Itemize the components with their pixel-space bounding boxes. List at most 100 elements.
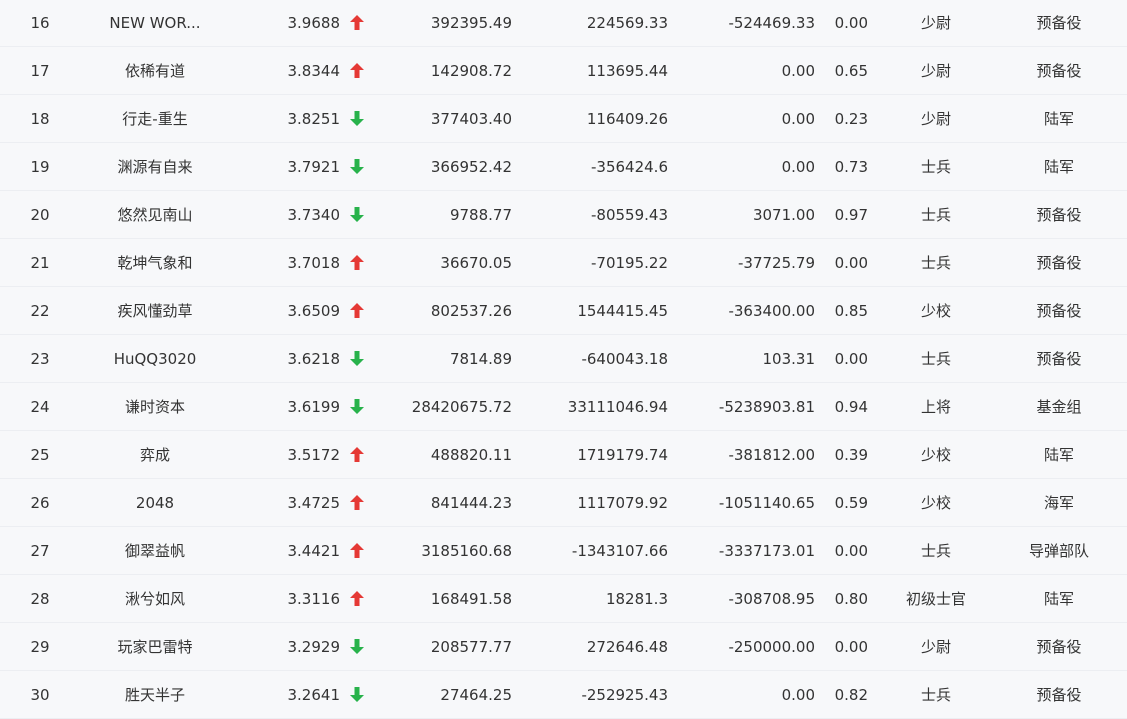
total-assets-value: 841444.23 <box>430 494 512 512</box>
score-value: 3.2641 <box>287 686 341 704</box>
change-value: 0.00 <box>781 110 815 128</box>
ratio-value: 0.94 <box>834 398 868 416</box>
arrow-down-icon <box>346 191 368 239</box>
player-name[interactable]: 行走-重生 <box>60 95 250 143</box>
table-row[interactable]: 18 行走-重生 3.8251 377403.40 116409.26 0.00 0.23 少… <box>0 95 1127 143</box>
player-name[interactable]: 弈成 <box>60 431 250 479</box>
score-value: 3.7018 <box>287 254 341 272</box>
ratio-value: 0.82 <box>834 686 868 704</box>
table-row[interactable]: 28 湫兮如风 3.3116 168491.58 18281.3 -308708.95 0.… <box>0 575 1127 623</box>
player-name[interactable]: 御翠益帆 <box>60 527 250 575</box>
change-value: -381812.00 <box>728 446 815 464</box>
group-label: 预备役 <box>1036 638 1082 656</box>
military-rank-label: 少尉 <box>920 14 951 32</box>
profit-value: 272646.48 <box>586 638 668 656</box>
change-value: -363400.00 <box>728 302 815 320</box>
change-value: -250000.00 <box>728 638 815 656</box>
arrow-up-icon <box>346 287 368 335</box>
ratio-value: 0.00 <box>834 542 868 560</box>
profit-value: -356424.6 <box>591 158 668 176</box>
arrow-down-icon <box>346 623 368 671</box>
military-rank-label: 士兵 <box>920 542 951 560</box>
table-row[interactable]: 21 乾坤气象和 3.7018 36670.05 -70195.22 -37725.79 0… <box>0 239 1127 287</box>
change-value: -37725.79 <box>738 254 815 272</box>
profit-value: 33111046.94 <box>567 398 668 416</box>
player-name[interactable]: 渊源有自来 <box>60 143 250 191</box>
military-rank-label: 上将 <box>920 398 951 416</box>
ratio-value: 0.73 <box>834 158 868 176</box>
arrow-up-icon <box>346 239 368 287</box>
player-name[interactable]: 2048 <box>60 479 250 527</box>
player-name[interactable]: 疾风懂劲草 <box>60 287 250 335</box>
score-value: 3.6509 <box>287 302 341 320</box>
change-value: 0.00 <box>781 158 815 176</box>
player-name[interactable]: 乾坤气象和 <box>60 239 250 287</box>
change-value: -1051140.65 <box>718 494 815 512</box>
table-row[interactable]: 17 依稀有道 3.8344 142908.72 113695.44 0.00 0.65 少尉… <box>0 47 1127 95</box>
group-label: 预备役 <box>1036 14 1082 32</box>
score-value: 3.3116 <box>287 590 341 608</box>
group-label: 预备役 <box>1036 302 1082 320</box>
profit-value: 1117079.92 <box>577 494 668 512</box>
ratio-value: 0.85 <box>834 302 868 320</box>
military-rank-label: 少校 <box>920 494 951 512</box>
table-row[interactable]: 22 疾风懂劲草 3.6509 802537.26 1544415.45 -363400.… <box>0 287 1127 335</box>
military-rank-label: 少尉 <box>920 62 951 80</box>
total-assets-value: 9788.77 <box>449 206 512 224</box>
player-name[interactable]: 依稀有道 <box>60 47 250 95</box>
military-rank-label: 少校 <box>920 446 951 464</box>
arrow-up-icon <box>346 575 368 623</box>
military-rank-label: 少尉 <box>920 638 951 656</box>
table-row[interactable]: 27 御翠益帆 3.4421 3185160.68 -1343107.66 -333717… <box>0 527 1127 575</box>
table-row[interactable]: 25 弈成 3.5172 488820.11 1719179.74 -381812.00 0… <box>0 431 1127 479</box>
table-row[interactable]: 30 胜天半子 3.2641 27464.25 -252925.43 0.00 0.82 士兵… <box>0 671 1127 719</box>
group-label: 陆军 <box>1043 446 1074 464</box>
change-value: -3337173.01 <box>718 542 815 560</box>
score-value: 3.8344 <box>287 62 341 80</box>
score-value: 3.9688 <box>287 14 341 32</box>
profit-value: -80559.43 <box>591 206 668 224</box>
ratio-value: 0.39 <box>834 446 868 464</box>
total-assets-value: 36670.05 <box>440 254 512 272</box>
score-value: 3.6199 <box>287 398 341 416</box>
profit-value: 116409.26 <box>586 110 668 128</box>
player-name[interactable]: 湫兮如风 <box>60 575 250 623</box>
group-label: 海军 <box>1043 494 1074 512</box>
player-name[interactable]: 谦时资本 <box>60 383 250 431</box>
arrow-down-icon <box>346 95 368 143</box>
table-row[interactable]: 23 HuQQ3020 3.6218 7814.89 -640043.18 103.31 0… <box>0 335 1127 383</box>
group-label: 陆军 <box>1043 590 1074 608</box>
ratio-value: 0.00 <box>834 254 868 272</box>
player-name[interactable]: 玩家巴雷特 <box>60 623 250 671</box>
table-row[interactable]: 29 玩家巴雷特 3.2929 208577.77 272646.48 -250000.0… <box>0 623 1127 671</box>
table-row[interactable]: 19 渊源有自来 3.7921 366952.42 -356424.6 0.00 0.73 士… <box>0 143 1127 191</box>
total-assets-value: 366952.42 <box>430 158 512 176</box>
table-row[interactable]: 24 谦时资本 3.6199 28420675.72 33111046.94 -52389… <box>0 383 1127 431</box>
table-row[interactable]: 16 NEW WOR... 3.9688 392395.49 224569.33 -524… <box>0 0 1127 47</box>
arrow-up-icon <box>346 431 368 479</box>
profit-value: 18281.3 <box>605 590 668 608</box>
arrow-up-icon <box>346 527 368 575</box>
player-name[interactable]: 悠然见南山 <box>60 191 250 239</box>
ratio-value: 0.59 <box>834 494 868 512</box>
military-rank-label: 士兵 <box>920 254 951 272</box>
score-value: 3.5172 <box>287 446 341 464</box>
ratio-value: 0.97 <box>834 206 868 224</box>
change-value: -5238903.81 <box>718 398 815 416</box>
player-name[interactable]: 胜天半子 <box>60 671 250 719</box>
arrow-up-icon <box>346 479 368 527</box>
player-name[interactable]: HuQQ3020 <box>60 335 250 383</box>
arrow-down-icon <box>346 335 368 383</box>
table-row[interactable]: 20 悠然见南山 3.7340 9788.77 -80559.43 3071.00 0.97… <box>0 191 1127 239</box>
change-value: -308708.95 <box>728 590 815 608</box>
profit-value: -252925.43 <box>581 686 668 704</box>
total-assets-value: 208577.77 <box>430 638 512 656</box>
player-name[interactable]: NEW WOR... <box>60 0 250 47</box>
arrow-down-icon <box>346 143 368 191</box>
group-label: 导弹部队 <box>1028 542 1089 560</box>
military-rank-label: 少校 <box>920 302 951 320</box>
total-assets-value: 168491.58 <box>430 590 512 608</box>
table-row[interactable]: 26 2048 3.4725 841444.23 1117079.92 -1051140.… <box>0 479 1127 527</box>
military-rank-label: 士兵 <box>920 206 951 224</box>
ratio-value: 0.00 <box>834 350 868 368</box>
